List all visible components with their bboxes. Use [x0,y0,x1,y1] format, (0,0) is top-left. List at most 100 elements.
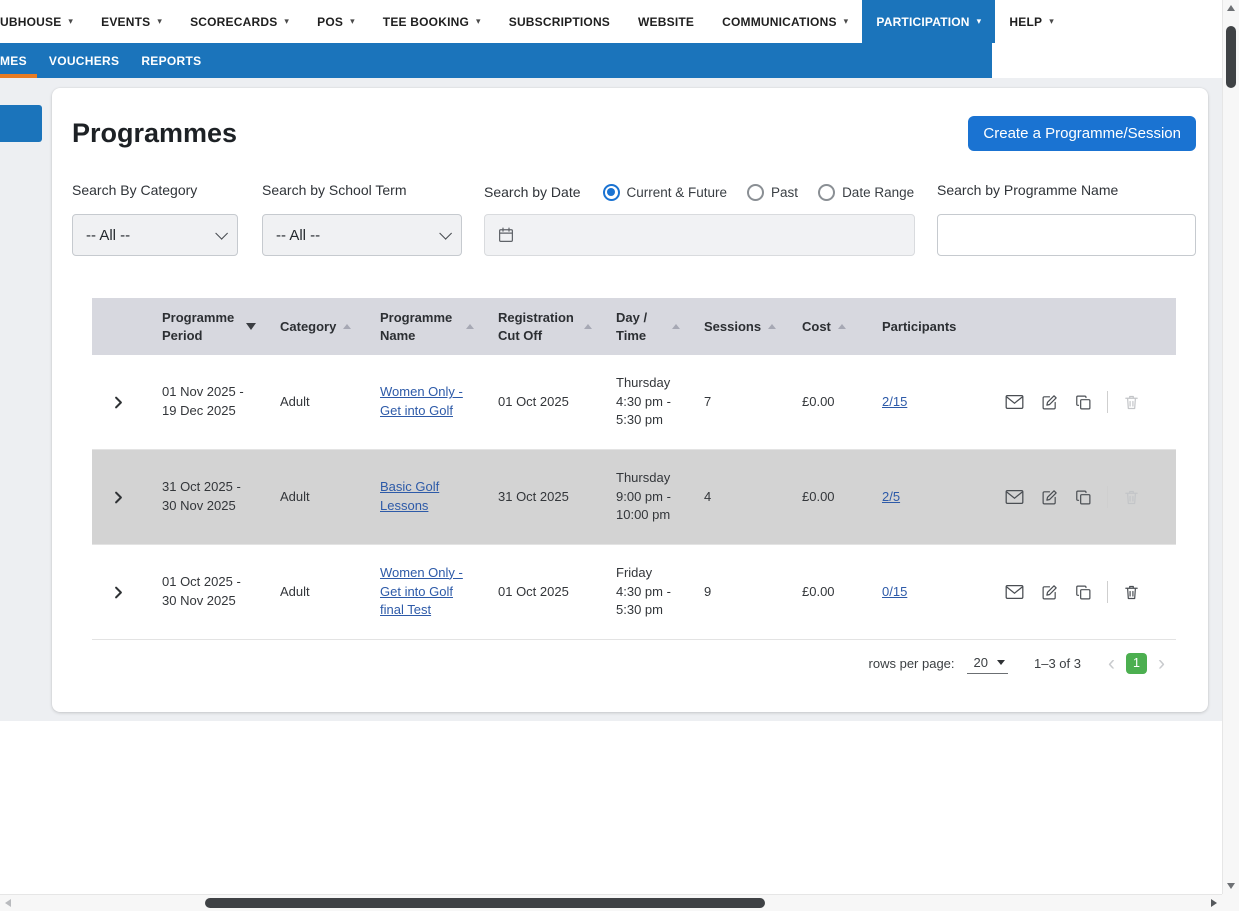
registration-cutoff-cell: 01 Oct 2025 [498,393,569,409]
nav-help[interactable]: HELP ▾ [995,0,1068,43]
radio-past[interactable]: Past [747,183,798,201]
participants-link[interactable]: 2/5 [882,488,900,507]
pagination-prev-icon: ‹ [1108,651,1115,675]
horizontal-scrollbar-thumb[interactable] [205,898,765,908]
sub-nav: MES VOUCHERS REPORTS [0,43,992,78]
date-filter-label: Search by Date [484,184,581,200]
sort-desc-icon [246,323,256,330]
chevron-down-icon: ▾ [68,16,74,26]
school-term-select[interactable]: -- All -- [262,214,462,256]
category-cell: Adult [280,393,310,409]
cost-cell: £0.00 [802,488,835,504]
chevron-down-icon [215,226,228,240]
action-divider [1107,581,1108,603]
email-icon[interactable] [1005,394,1024,410]
scroll-left-arrow-icon[interactable] [5,899,11,907]
cost-cell: £0.00 [802,583,835,599]
col-header-name[interactable]: Programme Name [362,298,480,355]
rows-per-page-select[interactable]: 20 [966,653,1008,674]
registration-cutoff-cell: 31 Oct 2025 [498,488,569,504]
programme-name-link[interactable]: Basic Golf Lessons [380,478,472,516]
create-programme-button[interactable]: Create a Programme/Session [968,116,1196,151]
delete-icon[interactable] [1123,584,1140,601]
programme-name-input[interactable] [937,214,1196,256]
col-header-period[interactable]: Programme Period [144,298,262,355]
nav-help-label: HELP [1009,14,1043,29]
nav-scorecards-label: SCORECARDS [190,14,278,29]
expand-row-button[interactable] [108,582,129,603]
subnav-programmes[interactable]: MES [0,43,38,78]
programme-name-link[interactable]: Women Only - Get into Golf [380,383,472,421]
subnav-vouchers[interactable]: VOUCHERS [38,43,130,78]
chevron-down-icon: ▾ [976,16,982,26]
category-select[interactable]: -- All -- [72,214,238,256]
email-icon[interactable] [1005,584,1024,600]
sort-asc-icon [768,324,777,329]
sort-asc-icon [584,324,592,329]
nav-communications[interactable]: COMMUNICATIONS ▾ [708,0,862,43]
col-header-sessions[interactable]: Sessions [686,298,784,355]
copy-icon[interactable] [1075,489,1092,506]
programmes-table: Programme Period Category Programme Name… [92,298,1176,686]
edit-icon[interactable] [1041,394,1058,411]
expand-row-button[interactable] [108,487,129,508]
table-header-row: Programme Period Category Programme Name… [92,298,1176,355]
scroll-right-arrow-icon[interactable] [1211,899,1217,907]
nav-scorecards[interactable]: SCORECARDS ▾ [176,0,303,43]
copy-icon[interactable] [1075,394,1092,411]
edit-icon[interactable] [1041,489,1058,506]
vertical-scrollbar-thumb[interactable] [1226,26,1236,88]
table-row: 31 Oct 2025 - 30 Nov 2025 Adult Basic Go… [92,450,1176,545]
horizontal-scrollbar[interactable] [0,894,1222,911]
nav-events-label: EVENTS [101,14,151,29]
radio-current-future[interactable]: Current & Future [602,183,727,201]
sort-asc-icon [466,324,474,329]
sort-asc-icon [837,324,846,329]
date-range-input [484,214,915,256]
nav-clubhouse-label: UBHOUSE [0,14,62,29]
chevron-down-icon: ▾ [157,16,163,26]
nav-events[interactable]: EVENTS ▾ [87,0,176,43]
sidebar-stub[interactable] [0,105,42,142]
vertical-scrollbar[interactable] [1222,0,1239,894]
chevron-down-icon: ▾ [350,16,355,26]
radio-date-range[interactable]: Date Range [818,183,915,201]
col-header-cost[interactable]: Cost [784,298,864,355]
programme-name-link[interactable]: Women Only - Get into Golf final Test [380,564,472,621]
scroll-down-arrow-icon[interactable] [1227,883,1235,889]
day-time-cell: Thursday 4:30 pm - 5:30 pm [616,374,671,428]
copy-icon[interactable] [1075,584,1092,601]
pagination-next-icon: › [1158,651,1165,675]
nav-website-label: WEBSITE [638,14,695,29]
edit-icon[interactable] [1041,584,1058,601]
subnav-reports[interactable]: REPORTS [130,43,212,78]
participants-link[interactable]: 2/15 [882,393,907,412]
col-header-cutoff[interactable]: Registration Cut Off [480,298,598,355]
top-nav: UBHOUSE ▾ EVENTS ▾ SCORECARDS ▾ POS ▾ TE… [0,0,1239,43]
table-footer: rows per page: 20 1–3 of 3 ‹ 1 › [92,640,1176,686]
nav-website[interactable]: WEBSITE [624,0,708,43]
radio-date-range-label: Date Range [842,184,915,200]
nav-subscriptions[interactable]: SUBSCRIPTIONS [495,0,624,43]
col-header-actions [964,298,1176,355]
delete-icon [1123,489,1140,506]
subnav-reports-label: REPORTS [141,53,202,68]
scroll-up-arrow-icon[interactable] [1227,5,1235,11]
nav-tee-booking-label: TEE BOOKING [382,14,470,29]
sessions-cell: 7 [704,393,712,409]
expand-row-button[interactable] [108,392,129,413]
registration-cutoff-cell: 01 Oct 2025 [498,583,569,599]
email-icon[interactable] [1005,489,1024,505]
nav-tee-booking[interactable]: TEE BOOKING ▾ [369,0,495,43]
nav-participation[interactable]: PARTICIPATION ▾ [862,0,996,43]
participants-link[interactable]: 0/15 [882,583,907,602]
category-cell: Adult [280,488,310,504]
name-filter-label: Search by Programme Name [937,182,1119,198]
col-header-daytime[interactable]: Day / Time [598,298,686,355]
radio-selected-icon [602,183,620,201]
nav-pos[interactable]: POS ▾ [303,0,369,43]
col-header-category[interactable]: Category [262,298,362,355]
nav-clubhouse[interactable]: UBHOUSE ▾ [0,0,87,43]
pagination-page-1[interactable]: 1 [1126,652,1147,674]
radio-unselected-icon [747,183,765,201]
